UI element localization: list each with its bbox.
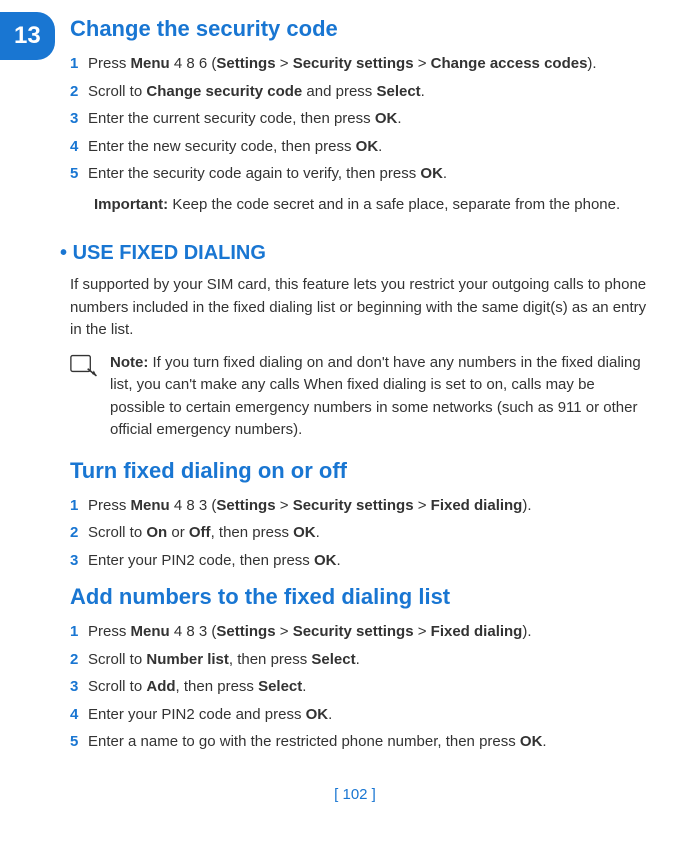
bold-text: OK: [306, 706, 329, 723]
list-item: 3Enter your PIN2 code, then press OK.: [70, 550, 650, 573]
bold-text: OK: [375, 110, 398, 127]
step-number: 4: [70, 136, 88, 159]
bold-text: Select: [311, 651, 355, 668]
bold-text: Change security code: [146, 83, 302, 100]
bold-text: Menu: [131, 55, 170, 72]
bold-text: Change access codes: [431, 55, 588, 72]
step-number: 3: [70, 108, 88, 131]
list-item: 1Press Menu 4 8 3 (Settings > Security s…: [70, 495, 650, 518]
bold-text: Menu: [131, 497, 170, 514]
heading-use-fixed-dialing: USE FIXED DIALING: [60, 238, 650, 268]
intro-use-fixed-dialing: If supported by your SIM card, this feat…: [70, 274, 650, 342]
heading-turn-fixed-dialing: Turn fixed dialing on or off: [70, 454, 650, 487]
step-number: 5: [70, 731, 88, 754]
list-item: 4Enter the new security code, then press…: [70, 136, 650, 159]
list-item: 2Scroll to Number list, then press Selec…: [70, 649, 650, 672]
heading-add-numbers: Add numbers to the fixed dialing list: [70, 580, 650, 613]
page-footer: [ 102 ]: [60, 784, 650, 807]
bold-text: Security settings: [293, 497, 414, 514]
bold-text: OK: [420, 165, 443, 182]
step-number: 3: [70, 550, 88, 573]
bold-text: On: [146, 524, 167, 541]
step-number: 1: [70, 53, 88, 76]
list-item: 3Scroll to Add, then press Select.: [70, 676, 650, 699]
bold-text: Settings: [216, 55, 275, 72]
list-item: 2Scroll to Change security code and pres…: [70, 81, 650, 104]
bold-text: OK: [520, 733, 543, 750]
step-number: 1: [70, 621, 88, 644]
bold-text: Fixed dialing: [431, 623, 523, 640]
list-item: 5Enter the security code again to verify…: [70, 163, 650, 186]
step-number: 3: [70, 676, 88, 699]
step-number: 2: [70, 522, 88, 545]
bold-text: Settings: [216, 497, 275, 514]
bold-text: Menu: [131, 623, 170, 640]
list-item: 2Scroll to On or Off, then press OK.: [70, 522, 650, 545]
step-number: 5: [70, 163, 88, 186]
bold-text: Select: [376, 83, 420, 100]
note-label: Note:: [110, 354, 148, 371]
list-item: 1Press Menu 4 8 6 (Settings > Security s…: [70, 53, 650, 76]
note-text: If you turn fixed dialing on and don't h…: [110, 354, 641, 439]
bold-text: Number list: [146, 651, 229, 668]
bold-text: OK: [356, 138, 379, 155]
note-block: Note: If you turn fixed dialing on and d…: [70, 352, 650, 442]
bold-text: Security settings: [293, 55, 414, 72]
bold-text: Add: [146, 678, 175, 695]
chapter-tab: 13: [0, 12, 55, 60]
important-block: Important: Keep the code secret and in a…: [94, 194, 650, 217]
bold-text: Security settings: [293, 623, 414, 640]
step-number: 4: [70, 704, 88, 727]
steps-change-security-code: 1Press Menu 4 8 6 (Settings > Security s…: [70, 53, 650, 186]
bold-text: Settings: [216, 623, 275, 640]
list-item: 5Enter a name to go with the restricted …: [70, 731, 650, 754]
step-number: 1: [70, 495, 88, 518]
list-item: 3Enter the current security code, then p…: [70, 108, 650, 131]
step-number: 2: [70, 81, 88, 104]
bold-text: Select: [258, 678, 302, 695]
list-item: 4Enter your PIN2 code and press OK.: [70, 704, 650, 727]
steps-add-numbers: 1Press Menu 4 8 3 (Settings > Security s…: [70, 621, 650, 754]
important-label: Important:: [94, 196, 168, 213]
note-text-block: Note: If you turn fixed dialing on and d…: [110, 352, 650, 442]
bold-text: Off: [189, 524, 211, 541]
note-icon: [70, 354, 102, 388]
steps-turn-fixed-dialing: 1Press Menu 4 8 3 (Settings > Security s…: [70, 495, 650, 573]
list-item: 1Press Menu 4 8 3 (Settings > Security s…: [70, 621, 650, 644]
bold-text: OK: [314, 552, 337, 569]
heading-change-security-code: Change the security code: [70, 12, 650, 45]
step-number: 2: [70, 649, 88, 672]
page: 13 Change the security code 1Press Menu …: [0, 12, 680, 831]
important-text: Keep the code secret and in a safe place…: [168, 196, 620, 213]
bold-text: Fixed dialing: [431, 497, 523, 514]
bold-text: OK: [293, 524, 316, 541]
